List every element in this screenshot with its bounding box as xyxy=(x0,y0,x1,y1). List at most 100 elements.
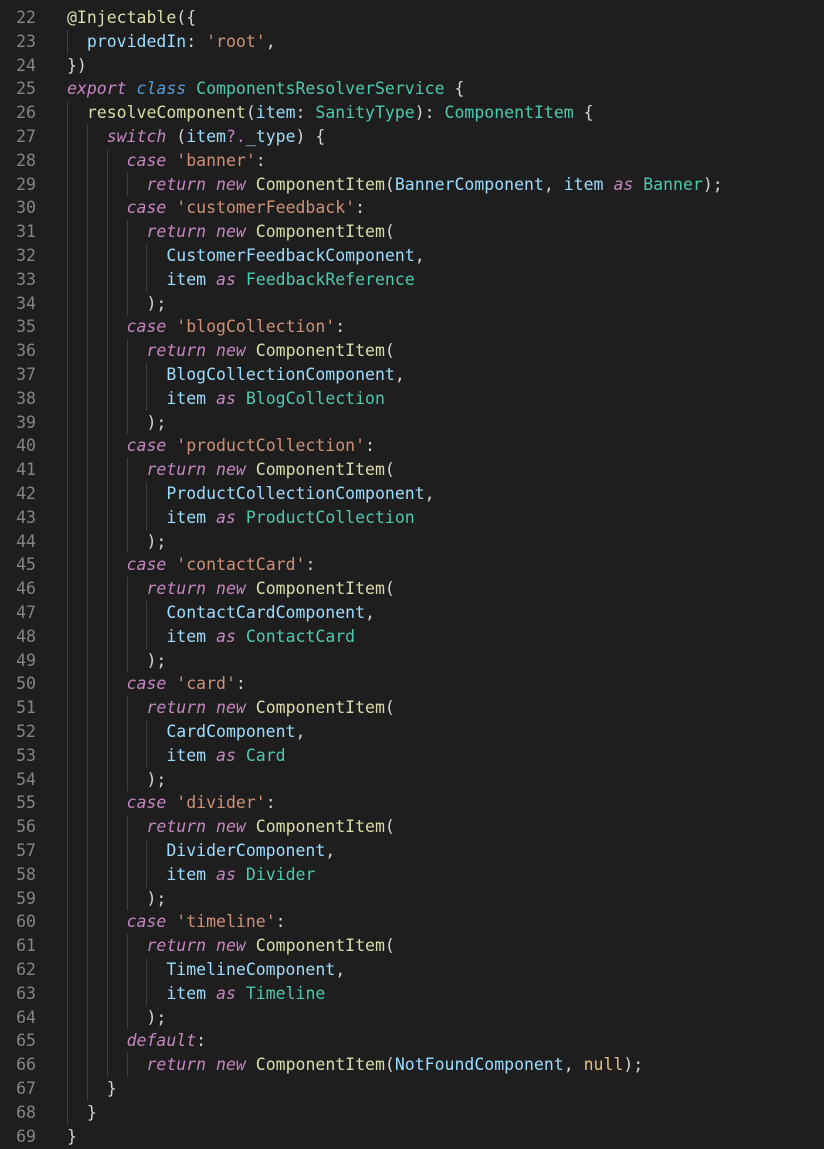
code-token: as xyxy=(216,388,236,408)
code-token: _type xyxy=(245,127,296,146)
code-text: ); xyxy=(67,649,166,673)
code-line[interactable]: 62 TimelineComponent, xyxy=(0,958,824,982)
code-line[interactable]: 29 return new ComponentItem(BannerCompon… xyxy=(0,173,824,197)
code-line[interactable]: 64 ); xyxy=(0,1006,824,1030)
code-line[interactable]: 58 item as Divider xyxy=(0,863,824,887)
line-number: 53 xyxy=(16,745,36,765)
code-line[interactable]: 49 ); xyxy=(0,649,824,673)
code-token: { xyxy=(573,103,594,123)
line-number: 55 xyxy=(16,793,36,813)
code-line[interactable]: 40 case 'productCollection': xyxy=(0,434,824,458)
code-line[interactable]: 69} xyxy=(0,1125,824,1149)
code-text: return new ComponentItem( xyxy=(67,458,395,482)
code-line[interactable]: 38 item as BlogCollection xyxy=(0,387,824,411)
code-line[interactable]: 44 ); xyxy=(0,530,824,554)
code-line[interactable]: 53 item as Card xyxy=(0,744,824,768)
code-line[interactable]: 67 } xyxy=(0,1077,824,1101)
code-line[interactable]: 47 ContactCardComponent, xyxy=(0,601,824,625)
code-token: ( xyxy=(384,460,395,480)
line-number: 65 xyxy=(16,1031,36,1051)
code-line[interactable]: 55 case 'divider': xyxy=(0,791,824,815)
code-token: return xyxy=(146,222,207,242)
code-line[interactable]: 36 return new ComponentItem( xyxy=(0,339,824,363)
code-line[interactable]: 52 CardComponent, xyxy=(0,720,824,744)
code-text: resolveComponent(item: SanityType): Comp… xyxy=(67,101,594,125)
code-line[interactable]: 42 ProductCollectionComponent, xyxy=(0,482,824,506)
code-text: providedIn: 'root', xyxy=(67,30,276,54)
code-line[interactable]: 22 @Injectable({ xyxy=(0,6,824,30)
code-line[interactable]: 32 CustomerFeedbackComponent, xyxy=(0,244,824,268)
code-line[interactable]: 46 return new ComponentItem( xyxy=(0,577,824,601)
code-line[interactable]: 65 default: xyxy=(0,1029,824,1053)
line-number: 41 xyxy=(16,460,36,480)
code-line[interactable]: 27 switch (item?._type) { xyxy=(0,125,824,149)
code-text: ); xyxy=(67,768,166,792)
code-token: Timeline xyxy=(245,983,326,1003)
code-line[interactable]: 24}) xyxy=(0,54,824,78)
code-token: 'timeline' xyxy=(176,912,276,932)
code-line[interactable]: 66 return new ComponentItem(NotFoundComp… xyxy=(0,1053,824,1077)
code-token: item xyxy=(166,745,207,765)
code-line[interactable]: 25 export class ComponentsResolverService… xyxy=(0,77,824,101)
code-line[interactable]: 68 } xyxy=(0,1101,824,1125)
code-token: , xyxy=(543,174,564,194)
indent-guide xyxy=(126,1053,128,1077)
code-line[interactable]: 56 return new ComponentItem( xyxy=(0,815,824,839)
code-text: ); xyxy=(67,530,166,554)
code-line[interactable]: 61 return new ComponentItem( xyxy=(0,934,824,958)
code-line[interactable]: 39 ); xyxy=(0,411,824,435)
code-line[interactable]: 48 item as ContactCard xyxy=(0,625,824,649)
code-line[interactable]: 45 case 'contactCard': xyxy=(0,553,824,577)
code-line[interactable]: 60 case 'timeline': xyxy=(0,910,824,934)
code-token: case xyxy=(126,198,167,218)
code-token: export xyxy=(67,79,127,99)
code-line[interactable]: 28 case 'banner': xyxy=(0,149,824,173)
code-token: ( xyxy=(384,1055,395,1075)
code-line[interactable]: 43 item as ProductCollection xyxy=(0,506,824,530)
code-line[interactable]: 63 item as Timeline xyxy=(0,982,824,1006)
code-line[interactable]: 41 return new ComponentItem( xyxy=(0,458,824,482)
code-line[interactable]: 50 case 'card': xyxy=(0,672,824,696)
line-number: 47 xyxy=(16,603,36,622)
code-line[interactable]: 59 ); xyxy=(0,887,824,911)
code-line[interactable]: 51 return new ComponentItem( xyxy=(0,696,824,720)
code-line[interactable]: 37 BlogCollectionComponent, xyxy=(0,363,824,387)
code-line[interactable]: 31 return new ComponentItem( xyxy=(0,220,824,244)
indent-guide xyxy=(126,696,128,792)
code-token: null xyxy=(583,1055,624,1075)
code-line[interactable]: 33 item as FeedbackReference xyxy=(0,268,824,292)
code-token: BannerComponent xyxy=(394,174,544,194)
code-token: ); xyxy=(67,888,167,908)
code-text: item as FeedbackReference xyxy=(67,268,414,292)
code-line[interactable]: 30 case 'customerFeedback': xyxy=(0,196,824,220)
code-line[interactable]: 34 ); xyxy=(0,292,824,316)
code-line[interactable]: 54 ); xyxy=(0,768,824,792)
code-token: : xyxy=(265,793,276,813)
code-token: ); xyxy=(67,412,167,432)
code-token: 'root' xyxy=(206,31,266,51)
code-editor[interactable]: 22 @Injectable({23 providedIn: 'root', 24}… xyxy=(0,0,824,1149)
code-line[interactable]: 23 providedIn: 'root', xyxy=(0,30,824,54)
code-token: } xyxy=(67,1079,117,1098)
code-text: item as ContactCard xyxy=(67,625,355,649)
code-line[interactable]: 35 case 'blogCollection': xyxy=(0,315,824,339)
code-text: default: xyxy=(67,1029,206,1053)
code-line[interactable]: 57 DividerComponent, xyxy=(0,839,824,863)
code-token: new xyxy=(216,222,246,242)
code-text: switch (item?._type) { xyxy=(67,125,326,149)
line-number: 38 xyxy=(16,388,36,408)
code-token: resolveComponent xyxy=(86,103,246,123)
code-token: CustomerFeedbackComponent xyxy=(166,246,415,265)
code-line[interactable]: 26 resolveComponent(item: SanityType): C… xyxy=(0,101,824,125)
